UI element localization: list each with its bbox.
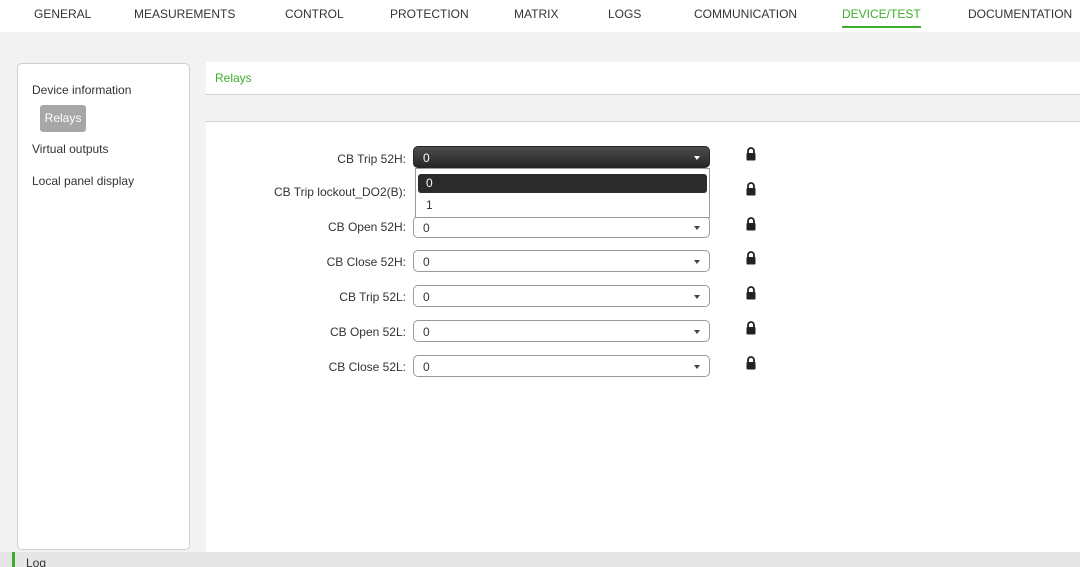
nav-tab-measurements[interactable]: MEASUREMENTS xyxy=(134,7,235,26)
padlock-icon[interactable] xyxy=(746,217,756,231)
chevron-down-icon xyxy=(694,156,700,160)
cb-trip-52h-select[interactable]: 0 xyxy=(413,146,710,168)
log-label[interactable]: Log xyxy=(26,556,46,567)
select-value: 0 xyxy=(423,151,430,165)
dropdown-option[interactable]: 0 xyxy=(418,174,707,193)
nav-tab-logs[interactable]: LOGS xyxy=(608,7,641,26)
padlock-icon[interactable] xyxy=(746,321,756,335)
chevron-down-icon xyxy=(694,330,700,334)
row-label-cb-open-52l: CB Open 52L: xyxy=(329,325,406,339)
page-title: Relays xyxy=(215,71,252,85)
padlock-icon[interactable] xyxy=(746,147,756,161)
chevron-down-icon xyxy=(694,295,700,299)
padlock-icon[interactable] xyxy=(746,182,756,196)
row-label-cb-open-52h: CB Open 52H: xyxy=(327,220,406,234)
nav-tab-documentation[interactable]: DOCUMENTATION xyxy=(968,7,1072,26)
row-label-cb-close-52h: CB Close 52H: xyxy=(326,255,406,269)
row-label-cb-trip-lockout-do2b: CB Trip lockout_DO2(B): xyxy=(273,185,406,199)
cb-close-52h-select[interactable]: 0 xyxy=(413,250,710,272)
sidebar-item-local-panel-display[interactable]: Local panel display xyxy=(22,168,144,195)
select-value: 0 xyxy=(423,255,430,269)
nav-tab-matrix[interactable]: MATRIX xyxy=(514,7,558,26)
chevron-down-icon xyxy=(694,365,700,369)
sidebar-item-device-information[interactable]: Device information xyxy=(22,77,141,104)
select-value: 0 xyxy=(423,325,430,339)
row-label-cb-trip-52l: CB Trip 52L: xyxy=(339,290,406,304)
nav-tab-device-test[interactable]: DEVICE/TEST xyxy=(842,7,921,28)
row-label-cb-trip-52h: CB Trip 52H: xyxy=(337,152,406,166)
cb-trip-52l-select[interactable]: 0 xyxy=(413,285,710,307)
chevron-down-icon xyxy=(694,260,700,264)
nav-tab-communication[interactable]: COMMUNICATION xyxy=(694,7,797,26)
dropdown-option[interactable]: 1 xyxy=(418,196,707,215)
panel-toolbar-band xyxy=(206,95,1080,122)
select-value: 0 xyxy=(423,360,430,374)
cb-open-52l-select[interactable]: 0 xyxy=(413,320,710,342)
padlock-icon[interactable] xyxy=(746,356,756,370)
select-value: 0 xyxy=(423,290,430,304)
sidebar-item-relays[interactable]: Relays xyxy=(40,105,86,132)
cb-open-52h-select[interactable]: 0 xyxy=(413,216,710,238)
log-bar[interactable]: Log xyxy=(0,552,1080,567)
nav-tab-control[interactable]: CONTROL xyxy=(285,7,344,26)
sidebar-item-virtual-outputs[interactable]: Virtual outputs xyxy=(22,136,119,163)
padlock-icon[interactable] xyxy=(746,251,756,265)
panel-header: Relays xyxy=(206,62,1080,95)
cb-close-52l-select[interactable]: 0 xyxy=(413,355,710,377)
chevron-down-icon xyxy=(694,226,700,230)
padlock-icon[interactable] xyxy=(746,286,756,300)
nav-tab-general[interactable]: GENERAL xyxy=(34,7,91,26)
nav-tab-protection[interactable]: PROTECTION xyxy=(390,7,469,26)
relays-panel: Relays CB Trip 52H: 0 CB Trip lockout_DO… xyxy=(206,62,1080,552)
select-value: 0 xyxy=(423,221,430,235)
row-label-cb-close-52l: CB Close 52L: xyxy=(328,360,406,374)
cb-trip-52h-dropdown-list: 0 1 xyxy=(415,168,710,218)
log-accent-marker xyxy=(12,552,15,567)
sidebar: Device information Relays Virtual output… xyxy=(17,63,190,550)
top-navigation: GENERAL MEASUREMENTS CONTROL PROTECTION … xyxy=(0,0,1080,32)
